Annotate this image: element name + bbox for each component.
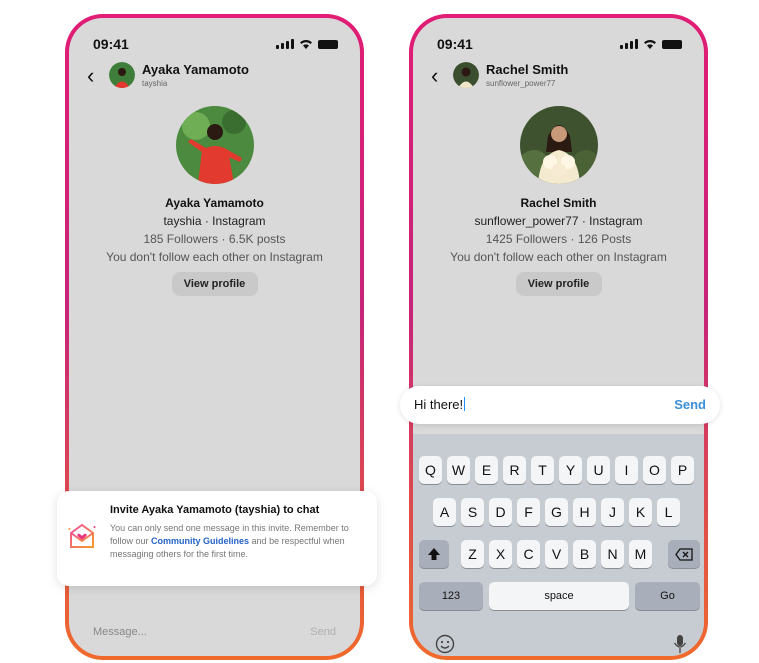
back-chevron-icon[interactable]: ‹ (87, 64, 94, 88)
key-f[interactable]: F (517, 498, 540, 526)
follow-status-note: You don't follow each other on Instagram (450, 250, 667, 264)
battery-icon (662, 39, 682, 49)
wifi-icon (644, 40, 656, 49)
key-c[interactable]: C (517, 540, 540, 568)
key-r[interactable]: R (503, 456, 526, 484)
key-k[interactable]: K (629, 498, 652, 526)
status-time: 09:41 (93, 36, 129, 52)
chat-header: ‹ Rachel Smith sunflower_power77 (427, 62, 690, 96)
key-l[interactable]: L (657, 498, 680, 526)
backspace-key[interactable] (668, 540, 700, 568)
numbers-key[interactable]: 123 (419, 582, 483, 610)
microphone-icon[interactable] (673, 634, 687, 654)
keyboard-row-3: ZXCVBNM (413, 540, 704, 568)
message-input[interactable]: Hi there! (414, 397, 466, 412)
header-username: sunflower_power77 (486, 79, 556, 88)
message-input-bar: Hi there! Send (400, 386, 720, 424)
avatar[interactable] (109, 62, 135, 88)
chat-header: ‹ Ayaka Yamamoto tayshia (83, 62, 346, 96)
key-j[interactable]: J (601, 498, 624, 526)
key-o[interactable]: O (643, 456, 666, 484)
signal-icon (276, 39, 294, 49)
shift-key[interactable] (419, 540, 449, 568)
key-m[interactable]: M (629, 540, 652, 568)
profile-photo (519, 106, 598, 184)
key-q[interactable]: Q (419, 456, 442, 484)
profile-handle: sunflower_power77 · Instagram (474, 214, 643, 228)
avatar[interactable] (453, 62, 479, 88)
key-h[interactable]: H (573, 498, 596, 526)
key-y[interactable]: Y (559, 456, 582, 484)
view-profile-button[interactable]: View profile (515, 272, 602, 296)
key-i[interactable]: I (615, 456, 638, 484)
envelope-heart-icon (68, 523, 96, 548)
header-name: Ayaka Yamamoto (142, 62, 249, 77)
profile-photo (175, 106, 254, 184)
keyboard: QWERTYUIOP ASDFGHJKL ZXCVBNM 123 space G… (413, 434, 704, 656)
backspace-icon (675, 548, 693, 561)
chat-screen-right: 09:41 ‹ Rachel Smith sunflower_power77 R (413, 18, 704, 656)
profile-handle: tayshia · Instagram (163, 214, 266, 228)
send-button[interactable]: Send (674, 397, 706, 412)
battery-icon (318, 39, 338, 49)
key-g[interactable]: G (545, 498, 568, 526)
invite-description: You can only send one message in this in… (110, 522, 360, 561)
key-s[interactable]: S (461, 498, 484, 526)
message-input[interactable]: Message... (93, 626, 147, 638)
emoji-icon[interactable] (435, 634, 455, 654)
key-p[interactable]: P (671, 456, 694, 484)
status-time: 09:41 (437, 36, 473, 52)
view-profile-button[interactable]: View profile (171, 272, 258, 296)
message-bar: Message... Send (73, 614, 356, 652)
status-bar: 09:41 (437, 36, 682, 54)
profile-stats: 185 Followers · 6.5K posts (143, 232, 286, 246)
keyboard-row-2: ASDFGHJKL (413, 498, 704, 526)
status-icons (276, 39, 338, 49)
profile-name: Ayaka Yamamoto (165, 196, 264, 210)
header-name: Rachel Smith (486, 62, 569, 77)
keyboard-row-1: QWERTYUIOP (413, 456, 704, 484)
profile-name: Rachel Smith (520, 196, 597, 210)
phone-frame-right: 09:41 ‹ Rachel Smith sunflower_power77 R (409, 14, 708, 660)
status-bar: 09:41 (93, 36, 338, 54)
header-username: tayshia (142, 79, 168, 88)
key-t[interactable]: T (531, 456, 554, 484)
send-button[interactable]: Send (310, 626, 336, 638)
message-input-value: Hi there! (414, 397, 464, 412)
key-u[interactable]: U (587, 456, 610, 484)
invite-title: Invite Ayaka Yamamoto (tayshia) to chat (110, 504, 320, 516)
key-x[interactable]: X (489, 540, 512, 568)
key-a[interactable]: A (433, 498, 456, 526)
key-w[interactable]: W (447, 456, 470, 484)
community-guidelines-link[interactable]: Community Guidelines (151, 536, 249, 546)
key-d[interactable]: D (489, 498, 512, 526)
key-v[interactable]: V (545, 540, 568, 568)
signal-icon (620, 39, 638, 49)
keyboard-row-4: 123 space Go (413, 582, 704, 610)
text-caret (464, 397, 466, 411)
profile-stats: 1425 Followers · 126 Posts (485, 232, 632, 246)
status-icons (620, 39, 682, 49)
back-chevron-icon[interactable]: ‹ (431, 64, 438, 88)
key-z[interactable]: Z (461, 540, 484, 568)
wifi-icon (300, 40, 312, 49)
shift-arrow-icon (428, 548, 440, 560)
follow-status-note: You don't follow each other on Instagram (106, 250, 323, 264)
key-b[interactable]: B (573, 540, 596, 568)
key-n[interactable]: N (601, 540, 624, 568)
invite-card: Invite Ayaka Yamamoto (tayshia) to chat … (57, 491, 377, 586)
space-key[interactable]: space (489, 582, 629, 610)
go-key[interactable]: Go (635, 582, 700, 610)
key-e[interactable]: E (475, 456, 498, 484)
